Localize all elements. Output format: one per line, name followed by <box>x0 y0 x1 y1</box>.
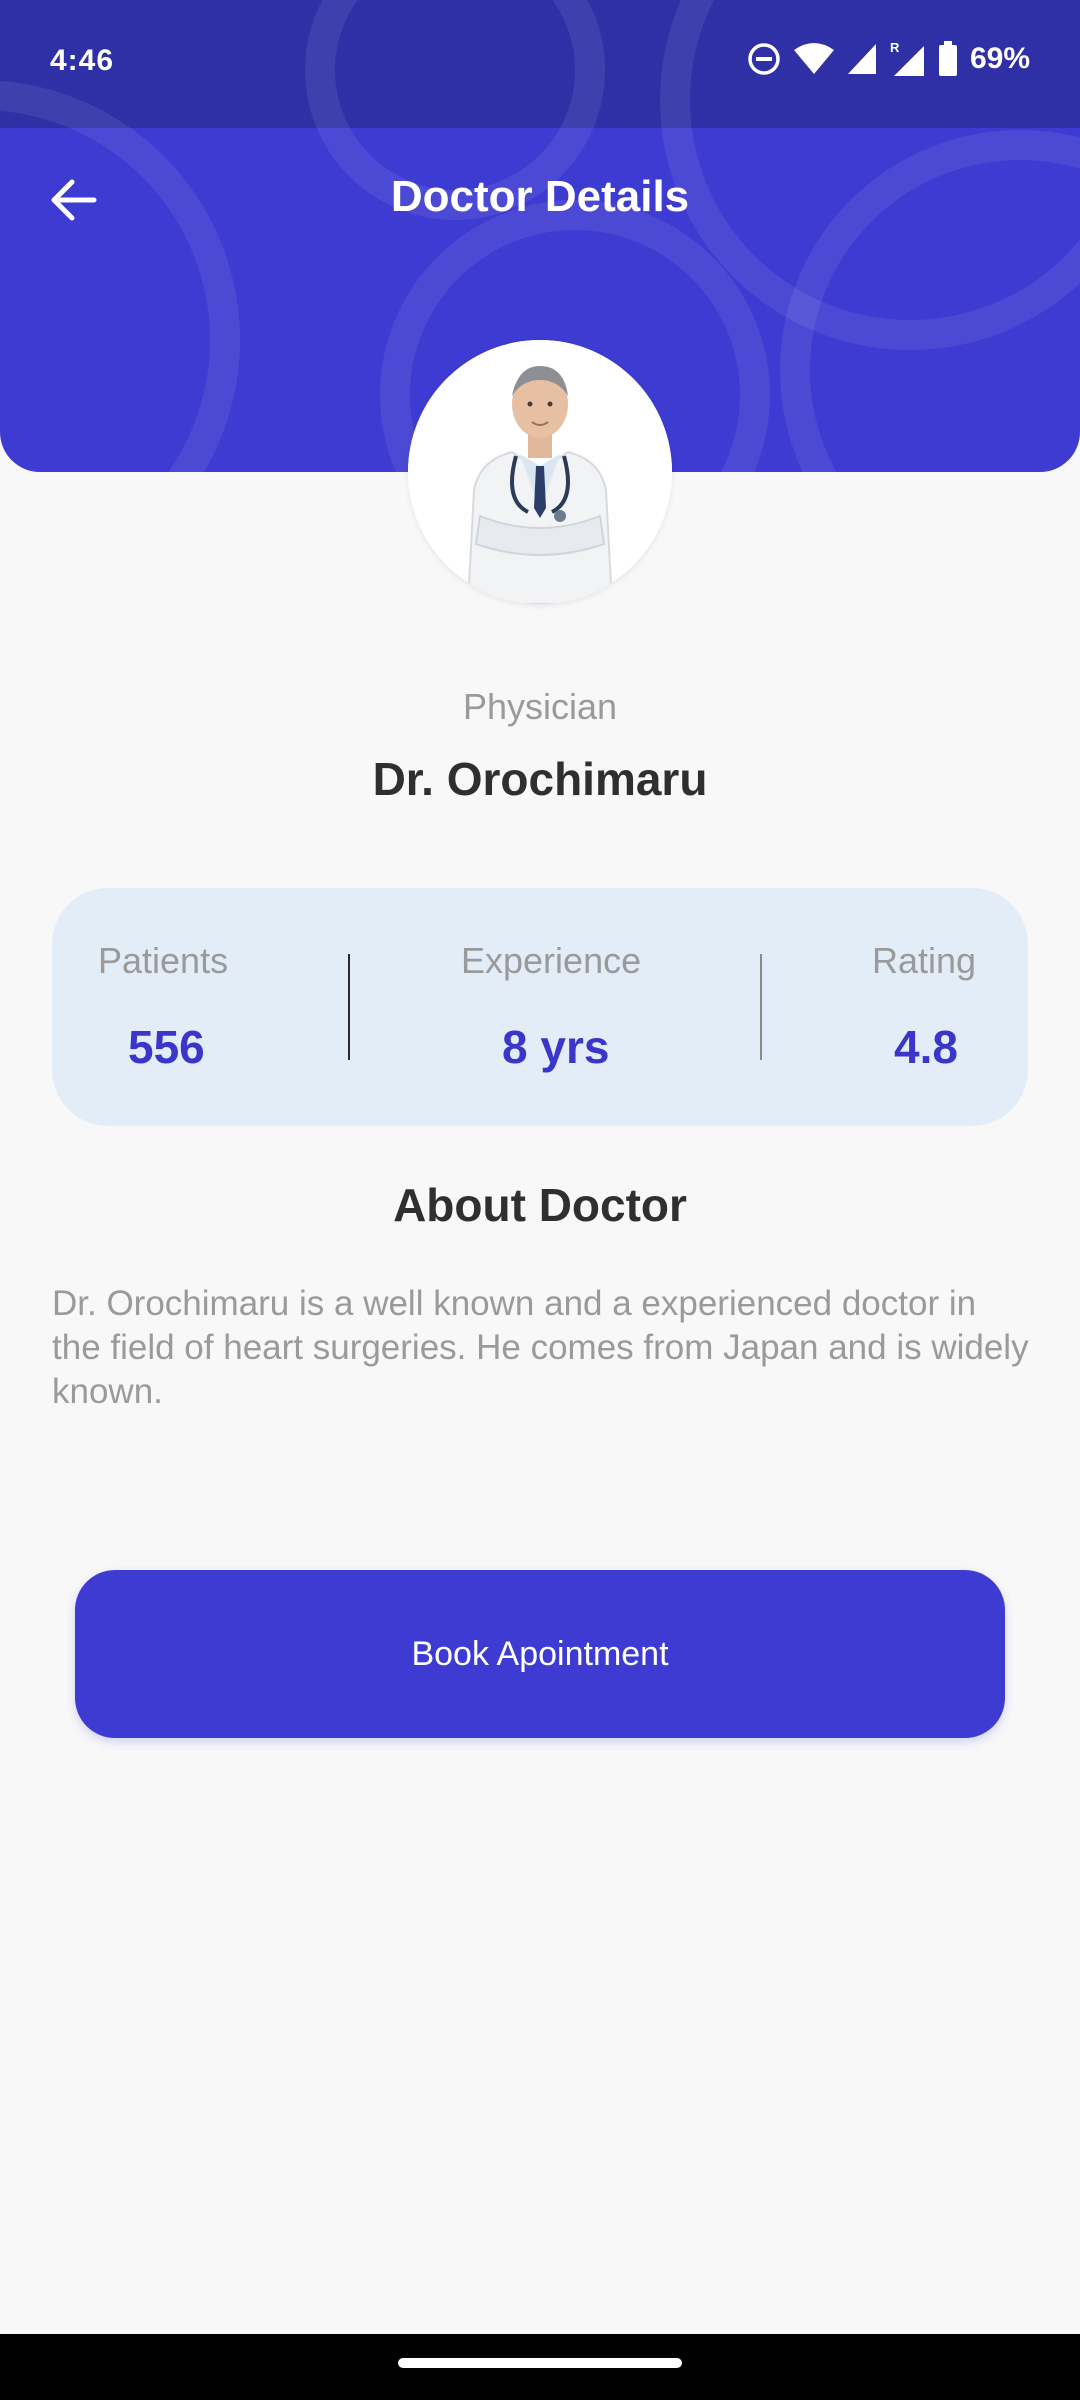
battery-percentage: 69% <box>969 42 1030 75</box>
home-gesture-pill[interactable] <box>398 2358 682 2368</box>
stat-value-experience: 8 yrs <box>502 1021 610 1073</box>
status-icons: R 69% <box>746 40 1030 78</box>
stat-label-patients: Patients <box>98 940 229 981</box>
stat-value-rating: 4.8 <box>894 1021 958 1073</box>
svg-text:R: R <box>890 40 900 55</box>
doctor-name: Dr. Orochimaru <box>372 753 708 805</box>
wifi-icon <box>793 42 834 76</box>
about-heading: About Doctor <box>393 1179 687 1231</box>
stat-label-experience: Experience <box>461 940 642 981</box>
book-appointment-label: Book Apointment <box>411 1634 669 1673</box>
doctor-avatar <box>408 340 672 604</box>
stats-card: Patients 556 Experience 8 yrs Rating 4.8 <box>52 888 1028 1126</box>
stat-label-rating: Rating <box>872 940 977 981</box>
status-time: 4:46 <box>50 44 115 77</box>
book-appointment-button[interactable]: Book Apointment <box>75 1570 1005 1738</box>
decorative-ring <box>0 80 240 472</box>
page-title: Doctor Details <box>390 172 690 221</box>
battery-icon <box>938 41 958 77</box>
do-not-disturb-icon <box>746 41 782 77</box>
stat-value-patients: 556 <box>128 1021 205 1073</box>
about-description: Dr. Orochimaru is a well known and a exp… <box>52 1284 1029 1411</box>
stats-divider <box>760 954 762 1060</box>
doctor-specialty: Physician <box>462 686 618 727</box>
stats-divider <box>348 954 350 1060</box>
signal-icon <box>846 42 878 76</box>
roaming-signal-icon: R <box>890 40 926 78</box>
doctor-portrait-image <box>408 340 672 604</box>
doctor-details-screen: 4:46 R 69% Doctor Details Physician Dr. … <box>0 0 1080 2400</box>
